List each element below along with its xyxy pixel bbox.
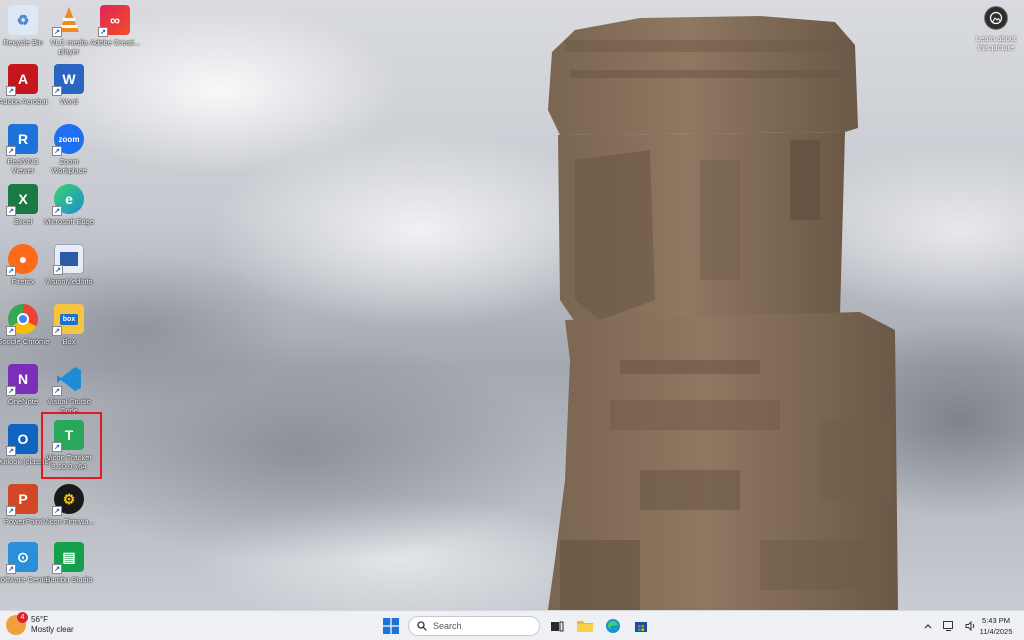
chevron-up-icon bbox=[924, 624, 932, 629]
vicon-firmware-icon: ⚙ ↗ bbox=[52, 484, 84, 516]
weather-badge: 4 bbox=[17, 612, 28, 623]
vscode-icon: ↗ bbox=[52, 364, 84, 396]
desktop-icon-powerpoint[interactable]: P ↗ PowerPoint bbox=[0, 484, 49, 542]
task-view-icon bbox=[551, 621, 564, 632]
selection-highlight bbox=[41, 412, 102, 479]
box-icon: box ↗ bbox=[52, 304, 84, 336]
learn-about-picture[interactable]: Learn about this picture bbox=[972, 6, 1020, 52]
taskbar: 4 56°F Mostly clear Search 5:43 PM 11/4/… bbox=[0, 610, 1024, 640]
taskbar-search[interactable]: Search bbox=[408, 616, 540, 636]
network-icon bbox=[943, 621, 953, 631]
excel-icon: X ↗ bbox=[6, 184, 38, 216]
edge-icon: e ↗ bbox=[52, 184, 84, 216]
adobe-creative-cloud-icon: ∞ ↗ bbox=[98, 5, 130, 37]
task-view-button[interactable] bbox=[546, 615, 568, 637]
weather-desc: Mostly clear bbox=[31, 625, 74, 634]
zoom-icon: zoom ↗ bbox=[52, 124, 84, 156]
powerpoint-icon: P ↗ bbox=[6, 484, 38, 516]
weather-widget[interactable]: 4 56°F Mostly clear bbox=[6, 612, 74, 635]
wallpaper-statue bbox=[548, 16, 898, 610]
desktop-icon-firefox[interactable]: ● ↗ Firefox bbox=[0, 244, 49, 302]
desktop-icon-microsoft-edge[interactable]: e ↗ Microsoft Edge bbox=[43, 184, 95, 242]
desktop-icon-bambu-studio[interactable]: ▤ ↗ Bambu Studio bbox=[43, 542, 95, 600]
desktop-icon-vicon-firmware[interactable]: ⚙ ↗ Vicon Firmwa... bbox=[43, 484, 95, 542]
desktop-icon-zoom[interactable]: zoom ↗ Zoom Workplace bbox=[43, 124, 95, 182]
desktop-icon-google-chrome[interactable]: ↗ Google Chrome bbox=[0, 304, 49, 362]
weather-icon: 4 bbox=[6, 612, 28, 635]
recycle-bin-icon: ♻ bbox=[8, 5, 38, 35]
camera-icon bbox=[984, 6, 1008, 30]
clock-date: 11/4/2025 bbox=[979, 627, 1013, 636]
folder-icon bbox=[577, 621, 593, 632]
desktop-icon-vlc[interactable]: ↗ VLC media player bbox=[43, 5, 95, 63]
desktop-icon-excel[interactable]: X ↗ Excel bbox=[0, 184, 49, 242]
desktop-icon-adobe-acrobat[interactable]: A ↗ Adobe Acrobat bbox=[0, 64, 49, 122]
desktop-icon-software-center[interactable]: ⊙ ↗ Software Center bbox=[0, 542, 50, 600]
store-icon bbox=[635, 622, 647, 632]
start-button[interactable] bbox=[380, 615, 402, 637]
chrome-icon: ↗ bbox=[6, 304, 38, 336]
clock-time: 5:43 PM bbox=[982, 616, 1010, 625]
onenote-icon: N ↗ bbox=[6, 364, 38, 396]
realvnc-icon: R ↗ bbox=[6, 124, 38, 156]
clock[interactable]: 5:43 PM 11/4/2025 bbox=[970, 615, 1022, 637]
weather-temp: 56°F bbox=[31, 615, 48, 624]
desktop-icon-word[interactable]: W ↗ Word bbox=[43, 64, 95, 122]
file-explorer-button[interactable] bbox=[574, 615, 596, 637]
software-center-icon: ⊙ ↗ bbox=[6, 542, 38, 574]
store-button[interactable] bbox=[630, 615, 652, 637]
edge-icon bbox=[606, 619, 620, 633]
desktop-icon-box[interactable]: box ↗ Box bbox=[43, 304, 95, 362]
bambu-studio-icon: ▤ ↗ bbox=[52, 542, 84, 574]
word-icon: W ↗ bbox=[52, 64, 84, 96]
adobe-acrobat-icon: A ↗ bbox=[6, 64, 38, 96]
outlook-icon: O ↗ bbox=[6, 424, 38, 456]
windows-icon bbox=[383, 618, 399, 634]
search-placeholder: Search bbox=[433, 621, 462, 631]
desktop-icon-visionmedinfo[interactable]: ↗ VisionMedInfo bbox=[43, 244, 95, 302]
network-button[interactable] bbox=[942, 615, 956, 637]
vlc-icon: ↗ bbox=[52, 5, 84, 37]
edge-taskbar-button[interactable] bbox=[602, 615, 624, 637]
document-icon: ↗ bbox=[53, 244, 84, 275]
desktop-wallpaper bbox=[0, 0, 1024, 610]
taskbar-center: Search bbox=[380, 614, 652, 638]
search-icon bbox=[417, 621, 427, 631]
show-hidden-icons-button[interactable] bbox=[922, 615, 934, 637]
firefox-icon: ● ↗ bbox=[6, 244, 38, 276]
desktop-icon-adobe-creative-cloud[interactable]: ∞ ↗ Adobe Creati... bbox=[89, 5, 141, 63]
